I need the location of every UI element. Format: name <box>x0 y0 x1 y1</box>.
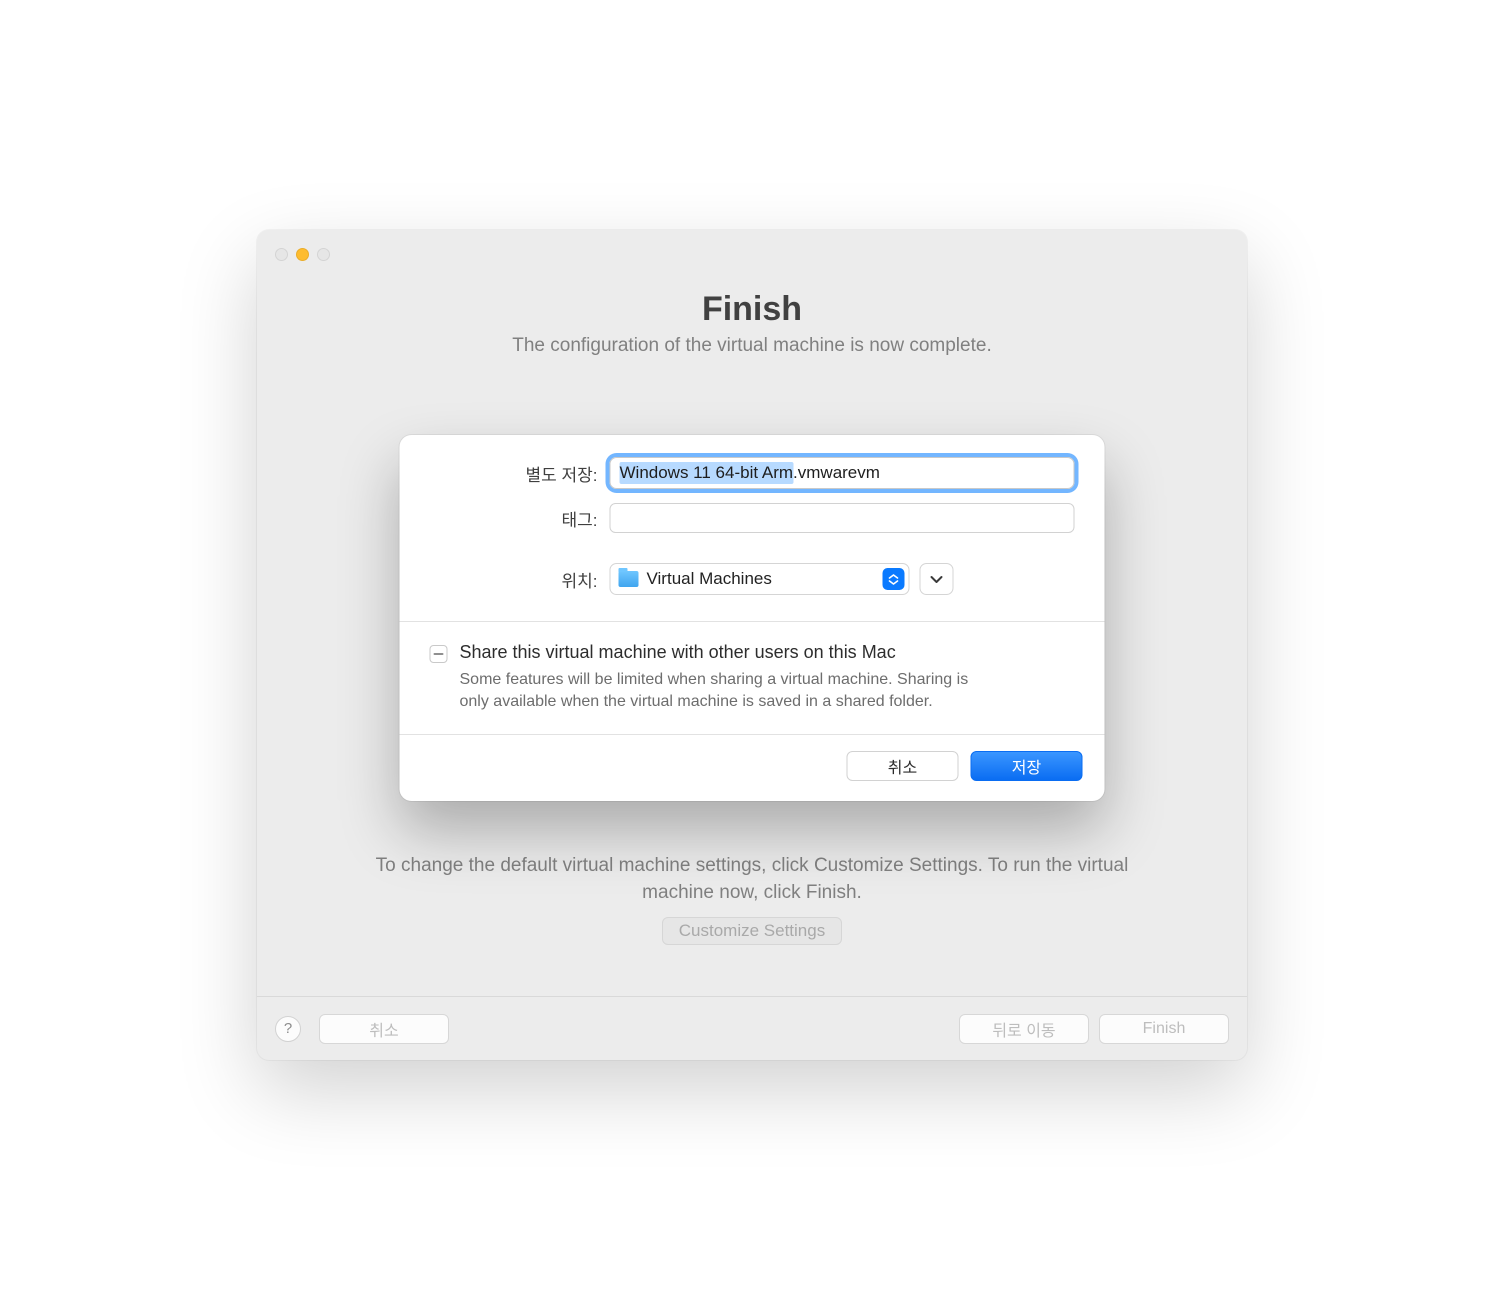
share-vm-title: Share this virtual machine with other us… <box>460 642 980 663</box>
save-as-label: 별도 저장: <box>430 461 610 486</box>
share-vm-checkbox[interactable] <box>430 645 448 663</box>
where-row: 위치: Virtual Machines <box>430 563 1075 595</box>
customize-settings-button[interactable]: Customize Settings <box>662 917 842 945</box>
wizard-bottom-bar: ? 취소 뒤로 이동 Finish <box>257 996 1247 1060</box>
save-sheet-body: 별도 저장: Windows 11 64-bit Arm.vmwarevm 태그… <box>400 435 1105 621</box>
instructions-text: To change the default virtual machine se… <box>347 852 1157 907</box>
tags-row: 태그: <box>430 503 1075 533</box>
wizard-cancel-button[interactable]: 취소 <box>319 1014 449 1044</box>
sheet-cancel-button[interactable]: 취소 <box>847 751 959 781</box>
share-section: Share this virtual machine with other us… <box>400 622 1105 734</box>
sheet-footer: 취소 저장 <box>400 735 1105 801</box>
save-sheet: 별도 저장: Windows 11 64-bit Arm.vmwarevm 태그… <box>400 435 1105 801</box>
sheet-save-button[interactable]: 저장 <box>971 751 1083 781</box>
where-popup[interactable]: Virtual Machines <box>610 563 910 595</box>
wizard-instructions: To change the default virtual machine se… <box>257 852 1247 945</box>
chevron-down-icon <box>930 575 944 584</box>
save-as-field[interactable]: Windows 11 64-bit Arm.vmwarevm <box>610 457 1075 489</box>
share-vm-description: Some features will be limited when shari… <box>460 669 980 712</box>
wizard-finish-button[interactable]: Finish <box>1099 1014 1229 1044</box>
expand-save-dialog-button[interactable] <box>920 563 954 595</box>
setup-wizard-window: Finish The configuration of the virtual … <box>257 230 1247 1060</box>
folder-icon <box>619 571 639 587</box>
filename-extension-text: .vmwarevm <box>793 463 880 483</box>
where-label: 위치: <box>430 567 610 592</box>
save-as-row: 별도 저장: Windows 11 64-bit Arm.vmwarevm <box>430 457 1075 489</box>
where-value: Virtual Machines <box>647 569 875 589</box>
filename-selected-text: Windows 11 64-bit Arm <box>620 462 794 484</box>
help-button[interactable]: ? <box>275 1016 301 1042</box>
tags-label: 태그: <box>430 506 610 531</box>
tags-field[interactable] <box>610 503 1075 533</box>
popup-stepper-icon <box>883 568 905 590</box>
page-subtitle: The configuration of the virtual machine… <box>512 335 991 357</box>
wizard-back-button[interactable]: 뒤로 이동 <box>959 1014 1089 1044</box>
page-title: Finish <box>702 290 802 329</box>
